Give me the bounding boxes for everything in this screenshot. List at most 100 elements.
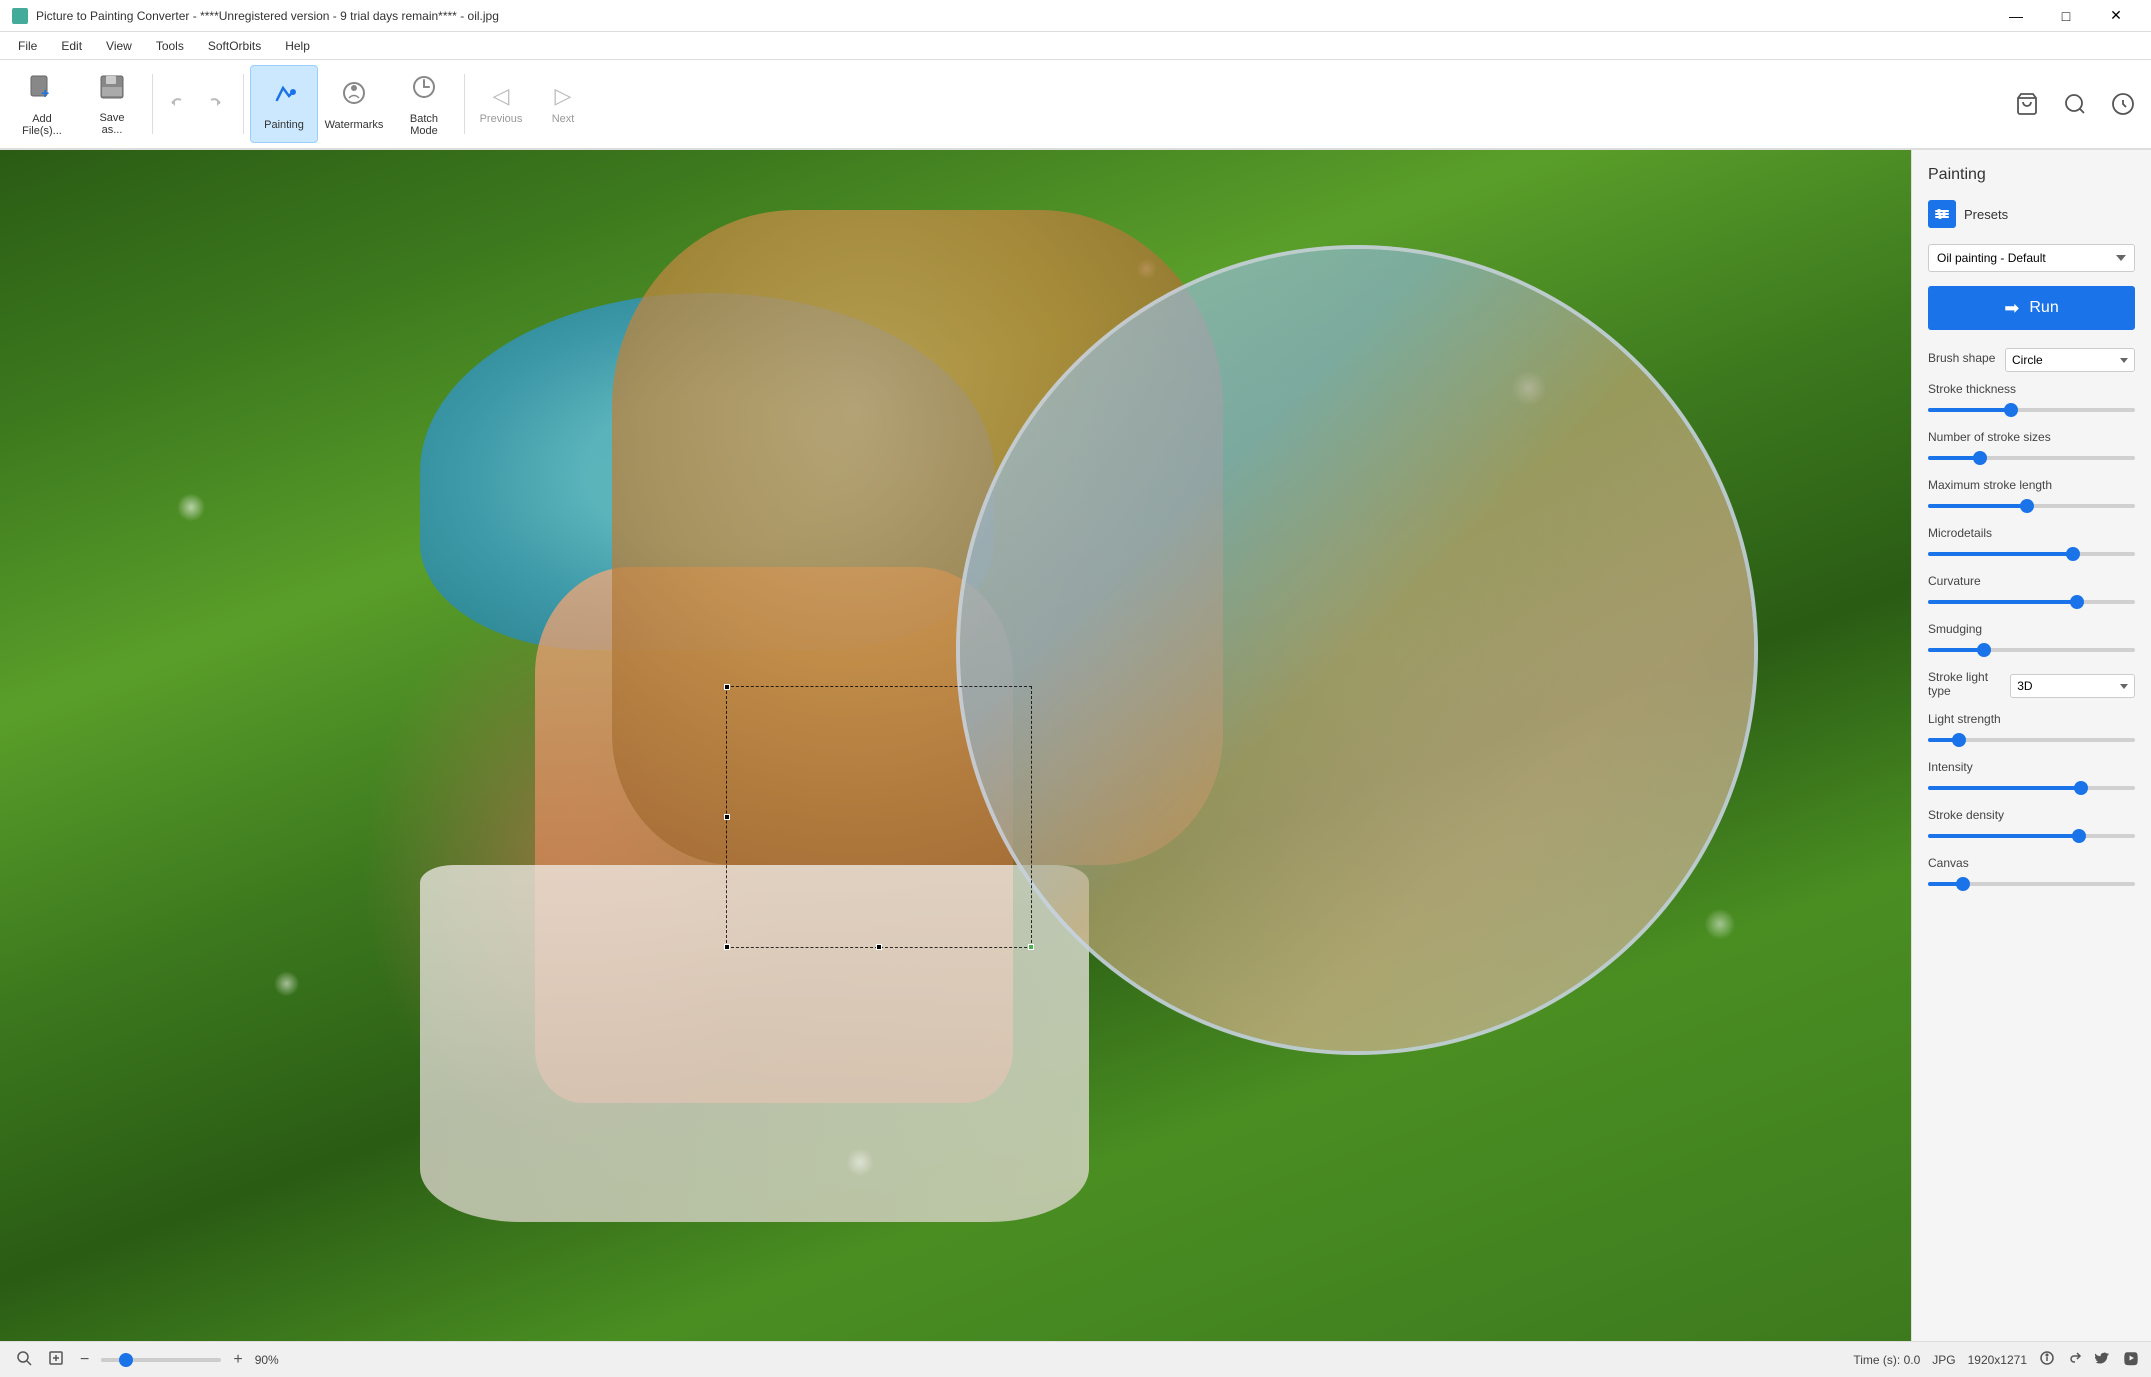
stroke-light-type-dropdown[interactable]: None 2D 3D <box>2010 674 2135 698</box>
selection-box[interactable] <box>726 686 1032 948</box>
toolbar-divider-2 <box>243 74 244 134</box>
zoom-slider[interactable] <box>101 1358 221 1362</box>
search-icon-button[interactable] <box>2055 84 2095 124</box>
presets-dropdown[interactable]: Oil painting - Default <box>1928 244 2135 272</box>
intensity-slider-container <box>1928 778 2135 798</box>
watermarks-button[interactable]: Watermarks <box>320 65 388 143</box>
menu-edit[interactable]: Edit <box>51 35 92 57</box>
zoom-in-button[interactable]: + <box>229 1349 246 1371</box>
info-icon-button[interactable] <box>2039 1350 2055 1369</box>
max-stroke-length-thumb[interactable] <box>2020 499 2034 513</box>
menu-help[interactable]: Help <box>275 35 320 57</box>
microdetails-thumb[interactable] <box>2066 547 2080 561</box>
light-strength-track <box>1928 738 2135 742</box>
menu-view[interactable]: View <box>96 35 142 57</box>
previous-label: Previous <box>480 113 523 125</box>
next-button[interactable]: ▷ Next <box>533 65 593 143</box>
batch-mode-label: Batch Mode <box>410 113 438 137</box>
selection-handle-bm[interactable] <box>876 944 882 950</box>
stroke-light-type-row: Stroke light type None 2D 3D <box>1928 670 2135 702</box>
menu-file[interactable]: File <box>8 35 47 57</box>
share-icon-button[interactable] <box>2067 1350 2083 1369</box>
smudging-thumb[interactable] <box>1977 643 1991 657</box>
curvature-label: Curvature <box>1928 574 2135 588</box>
microdetails-group: Microdetails <box>1928 526 2135 564</box>
zoom-actual-button[interactable] <box>44 1348 68 1371</box>
curvature-group: Curvature <box>1928 574 2135 612</box>
undo-button[interactable] <box>159 86 195 122</box>
stroke-density-label: Stroke density <box>1928 808 2135 822</box>
stroke-sizes-thumb[interactable] <box>1973 451 1987 465</box>
stroke-density-slider-container <box>1928 826 2135 846</box>
zoom-fit-button[interactable] <box>12 1348 36 1371</box>
intensity-fill <box>1928 786 2081 790</box>
smudging-slider-container <box>1928 640 2135 660</box>
add-files-button[interactable]: + Add File(s)... <box>8 65 76 143</box>
painting-icon <box>269 78 299 115</box>
minimize-button[interactable]: — <box>1993 0 2039 32</box>
light-strength-thumb[interactable] <box>1952 733 1966 747</box>
stroke-sizes-slider-container <box>1928 448 2135 468</box>
stroke-thickness-slider-container <box>1928 400 2135 420</box>
curvature-slider-container <box>1928 592 2135 612</box>
presets-icon <box>1928 200 1956 228</box>
menu-tools[interactable]: Tools <box>146 35 194 57</box>
microdetails-label: Microdetails <box>1928 526 2135 540</box>
intensity-thumb[interactable] <box>2074 781 2088 795</box>
save-as-button[interactable]: Save as... <box>78 65 146 143</box>
next-label: Next <box>552 113 575 125</box>
intensity-track <box>1928 786 2135 790</box>
painting-button[interactable]: Painting <box>250 65 318 143</box>
redo-button[interactable] <box>197 86 233 122</box>
canvas-group: Canvas <box>1928 856 2135 894</box>
cart-icon-button[interactable] <box>2007 84 2047 124</box>
painting-panel: Painting Presets Oil painting - Default … <box>1911 150 2151 1341</box>
smudging-fill <box>1928 648 1984 652</box>
stroke-sizes-group: Number of stroke sizes <box>1928 430 2135 468</box>
window-title: Picture to Painting Converter - ****Unre… <box>36 9 499 23</box>
toolbar: + Add File(s)... Save as... <box>0 60 2151 150</box>
selection-handle-bl[interactable] <box>724 944 730 950</box>
stroke-density-fill <box>1928 834 2079 838</box>
selection-handle-br[interactable] <box>1028 944 1034 950</box>
resolution-label: 1920x1271 <box>1968 1353 2027 1367</box>
curvature-fill <box>1928 600 2077 604</box>
light-strength-slider-container <box>1928 730 2135 750</box>
max-stroke-length-group: Maximum stroke length <box>1928 478 2135 516</box>
stroke-thickness-thumb[interactable] <box>2004 403 2018 417</box>
previous-button[interactable]: ◁ Previous <box>471 65 531 143</box>
zoom-out-button[interactable]: − <box>76 1349 93 1371</box>
add-files-icon: + <box>27 72 57 109</box>
selection-handle-ml[interactable] <box>724 814 730 820</box>
settings-icon-button[interactable] <box>2103 84 2143 124</box>
save-as-label: Save as... <box>99 112 124 136</box>
close-button[interactable]: ✕ <box>2093 0 2139 32</box>
run-button[interactable]: ➡ Run <box>1928 286 2135 330</box>
curvature-thumb[interactable] <box>2070 595 2084 609</box>
batch-mode-button[interactable]: Batch Mode <box>390 65 458 143</box>
watermarks-icon <box>339 78 369 115</box>
max-stroke-length-label: Maximum stroke length <box>1928 478 2135 492</box>
painting-canvas[interactable] <box>0 150 1911 1341</box>
previous-icon: ◁ <box>493 83 510 109</box>
stroke-density-thumb[interactable] <box>2072 829 2086 843</box>
youtube-icon-button[interactable] <box>2123 1350 2139 1369</box>
status-right: Time (s): 0.0 JPG 1920x1271 <box>1853 1350 2139 1369</box>
stroke-thickness-track <box>1928 408 2135 412</box>
undo-redo-group <box>159 86 233 122</box>
maximize-button[interactable]: □ <box>2043 0 2089 32</box>
menu-softorbits[interactable]: SoftOrbits <box>198 35 271 57</box>
stroke-light-type-label: Stroke light type <box>1928 670 2010 698</box>
brush-shape-row: Brush shape Circle Square Custom <box>1928 348 2135 372</box>
presets-section: Presets <box>1928 200 2135 228</box>
status-bar: − + 90% Time (s): 0.0 JPG 1920x1271 <box>0 1341 2151 1377</box>
curvature-track <box>1928 600 2135 604</box>
microdetails-fill <box>1928 552 2073 556</box>
canvas-thumb[interactable] <box>1956 877 1970 891</box>
canvas-area[interactable] <box>0 150 1911 1341</box>
selection-handle-tl[interactable] <box>724 684 730 690</box>
brush-shape-dropdown[interactable]: Circle Square Custom <box>2005 348 2135 372</box>
twitter-icon-button[interactable] <box>2095 1350 2111 1369</box>
zoom-minus-icon: − <box>80 1351 89 1368</box>
stroke-thickness-label: Stroke thickness <box>1928 382 2135 396</box>
